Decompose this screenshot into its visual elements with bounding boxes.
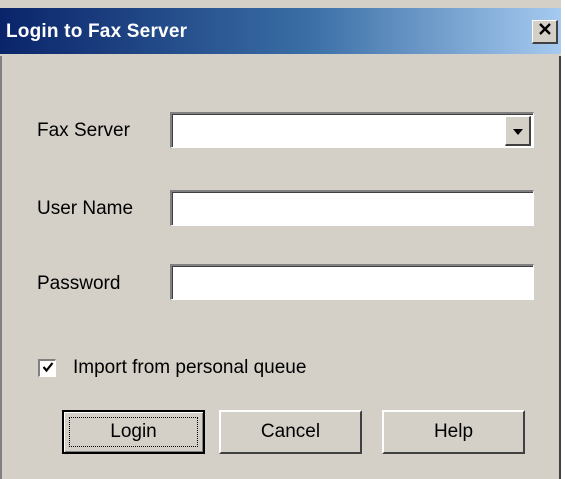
login-button[interactable]: Login [62,410,205,454]
fax-server-combobox[interactable] [170,112,534,148]
close-icon [538,22,552,41]
login-dialog: Login to Fax Server Fax Server User Name… [0,0,561,479]
cancel-button-label: Cancel [260,421,321,442]
help-button[interactable]: Help [382,410,525,454]
password-label: Password [37,273,121,294]
window-top-strip [0,0,561,8]
cancel-button[interactable]: Cancel [219,410,362,454]
chevron-down-icon [512,120,524,141]
fax-server-label: Fax Server [37,120,130,141]
close-button[interactable] [532,20,558,44]
user-name-label: User Name [37,198,134,219]
title-bar[interactable]: Login to Fax Server [0,8,561,56]
import-checkbox-label[interactable]: Import from personal queue [73,357,306,379]
checkmark-icon [42,360,54,378]
help-button-label: Help [433,421,474,442]
fax-server-dropdown-button[interactable] [505,116,531,146]
window-title: Login to Fax Server [6,21,188,42]
password-input[interactable] [170,264,534,300]
import-checkbox[interactable] [38,359,56,377]
window-left-edge [0,56,3,479]
user-name-input[interactable] [170,190,534,226]
login-button-label: Login [110,421,157,442]
